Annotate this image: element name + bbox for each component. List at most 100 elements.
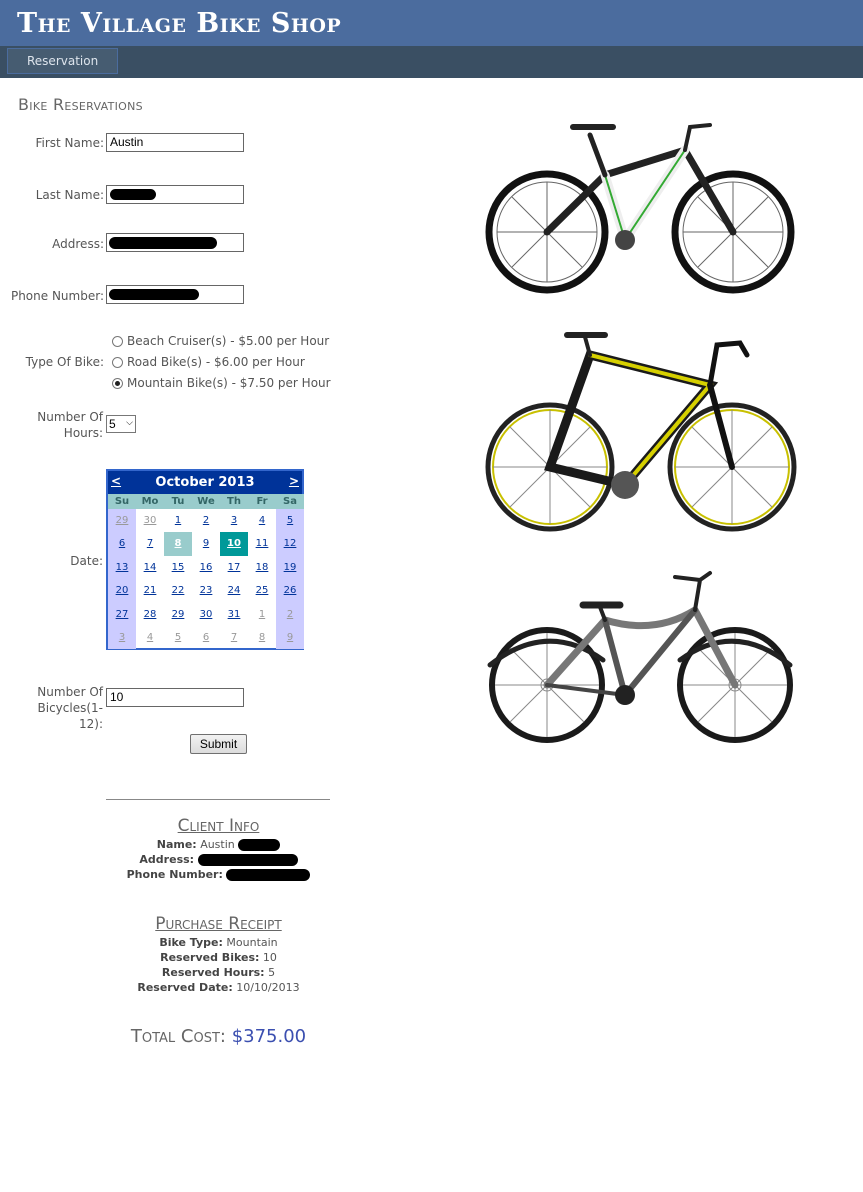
hours-select[interactable]: 5 ⌵ [106,415,136,433]
client-address-line: Address: [0,853,437,866]
receipt-hours-value: 5 [268,966,276,979]
calendar-day[interactable]: 8 [164,532,192,556]
calendar-day[interactable]: 2 [276,602,304,626]
bike-type-label: Type Of Bike: [25,355,104,369]
calendar-day[interactable]: 5 [164,626,192,649]
bicycles-label: Number Of Bicycles(1-12): [20,684,103,732]
calendar-prev-link[interactable]: < [111,474,121,488]
calendar-day[interactable]: 21 [136,579,164,602]
calendar-day[interactable]: 22 [164,579,192,602]
calendar-day-header: Fr [248,494,276,509]
calendar-day[interactable]: 8 [248,626,276,649]
calendar-day[interactable]: 7 [220,626,248,649]
calendar-day[interactable]: 6 [108,532,136,556]
calendar-day[interactable]: 23 [192,579,220,602]
calendar-day[interactable]: 14 [136,556,164,579]
radio-label: Road Bike(s) - $6.00 per Hour [127,355,305,369]
calendar-day[interactable]: 3 [108,625,136,650]
redaction-mark [226,869,311,881]
phone-label: Phone Number: [10,289,104,303]
last-name-label: Last Name: [35,188,104,202]
calendar-day[interactable]: 28 [136,603,164,626]
radio-label: Beach Cruiser(s) - $5.00 per Hour [127,334,330,348]
radio-beach-cruiser[interactable]: Beach Cruiser(s) - $5.00 per Hour [112,334,329,348]
receipt-bikes-line: Reserved Bikes: 10 [0,951,437,964]
page-title: Bike Reservations [18,95,143,114]
radio-circle[interactable] [112,335,123,347]
calendar-day[interactable]: 13 [108,555,136,580]
calendar-day[interactable]: 9 [192,532,220,555]
calendar-day[interactable]: 20 [108,579,136,603]
submit-button[interactable]: Submit [190,734,247,754]
last-name-input[interactable] [106,185,244,204]
calendar-day[interactable]: 9 [276,625,304,650]
calendar-day[interactable]: 19 [276,555,304,580]
hours-label-line1: Number Of [37,410,103,424]
bicycles-input[interactable]: 10 [106,688,244,707]
receipt-bike-type-value: Mountain [226,936,278,949]
receipt-date-line: Reserved Date: 10/10/2013 [0,981,437,994]
calendar-day[interactable]: 25 [248,579,276,602]
calendar-next-link[interactable]: > [289,474,299,488]
radio-label: Mountain Bike(s) - $7.50 per Hour [127,376,331,390]
calendar-day[interactable]: 16 [192,556,220,579]
calendar-day[interactable]: 30 [136,509,164,532]
address-label: Address: [52,237,104,251]
client-name-line: Name: Austin [0,838,437,851]
radio-mountain-bike[interactable]: Mountain Bike(s) - $7.50 per Hour [112,376,331,390]
hours-label-line2: Hours: [63,426,103,440]
calendar-day[interactable]: 29 [164,603,192,626]
receipt-date-label: Reserved Date: [137,981,233,994]
client-info-title: Client Info [177,816,260,836]
receipt-date-value: 10/10/2013 [236,981,300,994]
calendar-day[interactable]: 29 [108,509,136,533]
calendar-day[interactable]: 4 [136,626,164,649]
receipt-bike-type-label: Bike Type: [159,936,223,949]
calendar-day[interactable]: 17 [220,556,248,579]
calendar-day[interactable]: 15 [164,556,192,579]
total-cost-label: Total Cost: [130,1026,226,1047]
calendar-day-header: Th [220,494,248,509]
calendar-day[interactable]: 12 [276,532,304,556]
chevron-down-icon: ⌵ [126,417,133,427]
divider [106,799,330,800]
calendar-day[interactable]: 30 [192,603,220,626]
calendar-day[interactable]: 10 [220,532,248,556]
calendar-day[interactable]: 3 [220,509,248,532]
menu-item-reservation[interactable]: Reservation [7,48,119,74]
first-name-input[interactable]: Austin [106,133,244,152]
redaction-mark [197,854,298,866]
calendar-day[interactable]: 24 [220,579,248,602]
calendar-day-header: Tu [164,494,192,509]
client-name-value: Austin [200,838,235,851]
calendar-day[interactable]: 27 [108,602,136,626]
receipt-bikes-label: Reserved Bikes: [160,951,260,964]
redaction-mark [238,839,281,851]
menu-bar: Reservation [0,46,863,78]
date-calendar: < October 2013 > Su Mo Tu We Th Fr Sa 29 30 1 2 3 4 5… [106,469,304,650]
redaction-mark [110,189,156,200]
radio-circle[interactable] [112,356,123,368]
calendar-day[interactable]: 31 [220,603,248,626]
receipt-bikes-value: 10 [262,951,277,964]
calendar-day[interactable]: 7 [136,532,164,555]
road-bike-image [485,332,797,532]
calendar-day[interactable]: 18 [248,556,276,579]
site-title: The Village Bike Shop [17,7,342,39]
bicycles-label-line1: Number Of [37,685,103,699]
phone-input[interactable] [106,285,244,304]
client-phone-label: Phone Number: [126,868,223,881]
calendar-day[interactable]: 26 [276,579,304,603]
radio-circle-selected[interactable] [112,377,123,389]
calendar-day[interactable]: 5 [276,509,304,533]
calendar-day[interactable]: 11 [248,532,276,555]
calendar-day[interactable]: 2 [192,509,220,532]
hours-select-value: 5 [109,417,116,431]
calendar-day[interactable]: 1 [248,603,276,626]
calendar-day-header: Sa [276,494,304,509]
calendar-day[interactable]: 6 [192,626,220,649]
calendar-day[interactable]: 4 [248,509,276,532]
radio-road-bike[interactable]: Road Bike(s) - $6.00 per Hour [112,355,305,369]
calendar-day[interactable]: 1 [164,509,192,532]
address-input[interactable] [106,233,244,252]
